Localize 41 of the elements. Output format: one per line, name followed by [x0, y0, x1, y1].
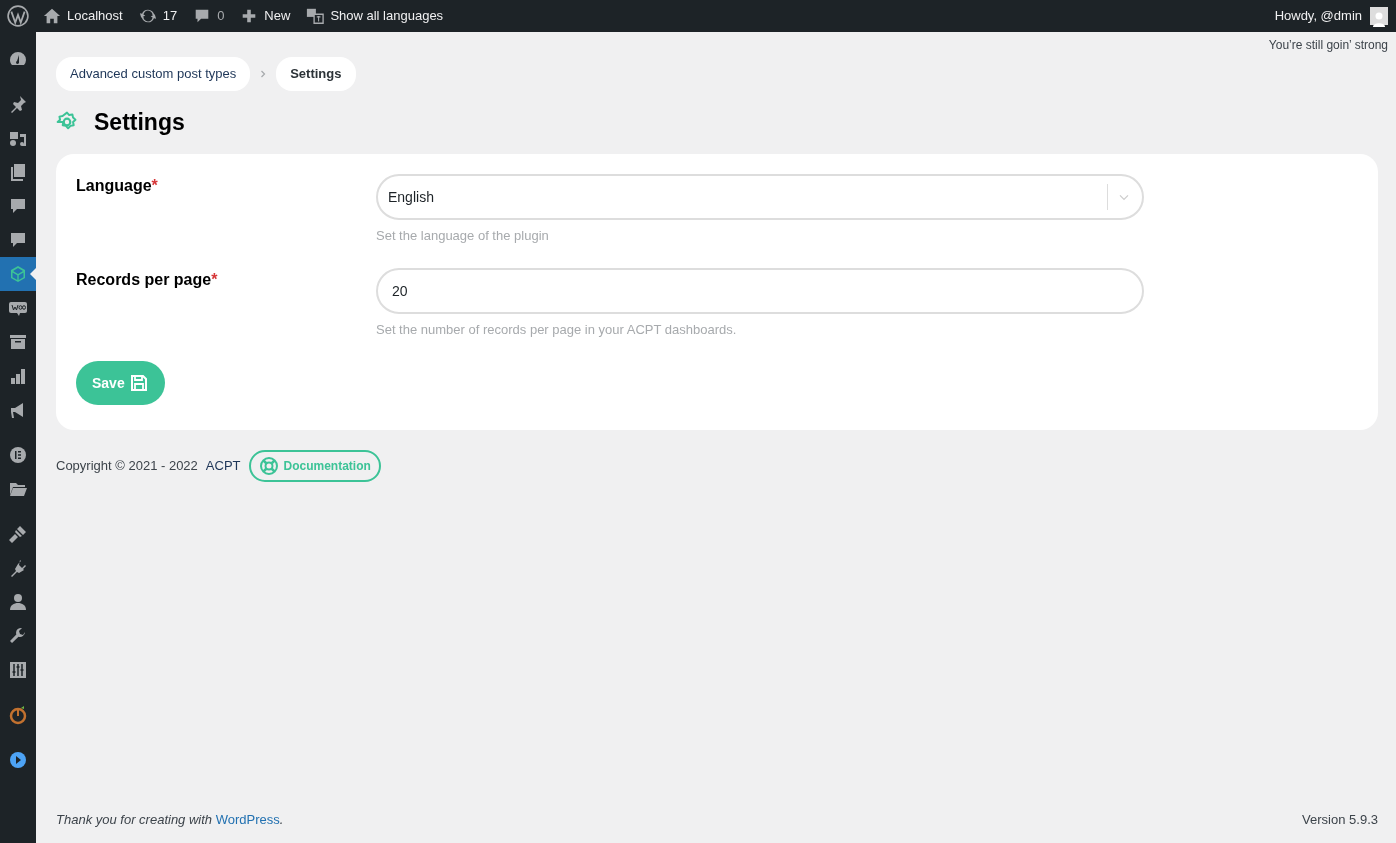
help-text: Set the language of the plugin	[376, 227, 550, 246]
language-select[interactable]: English	[376, 174, 1144, 221]
brand-link[interactable]: ACPT	[205, 456, 241, 476]
field-label: Records per page*	[76, 269, 219, 290]
footer-text: Thank you for creating with WordPress.	[56, 810, 284, 829]
wrench-icon	[8, 626, 28, 646]
speech-bubble-icon	[8, 230, 28, 250]
refresh-icon	[138, 7, 157, 25]
elementor-icon	[8, 445, 28, 465]
breadcrumb-link[interactable]: Settings	[276, 57, 356, 91]
archive-box-icon	[8, 332, 28, 352]
toolbar-link[interactable]: New	[232, 0, 299, 32]
status-message: You’re still goin’ strong	[1267, 37, 1388, 53]
help-text: Set the number of records per page in your ACPT dashboards.	[376, 320, 738, 339]
translate-icon	[306, 7, 325, 25]
user-icon	[8, 592, 28, 612]
power-icon	[8, 705, 28, 725]
toolbar-link[interactable]: Show all languages	[298, 0, 452, 32]
version-text: Version 5.9.3	[1302, 810, 1378, 829]
wordpress-link[interactable]: WordPress	[215, 811, 280, 827]
toolbar-link[interactable]: 0	[185, 0, 233, 32]
copyright-text: Copyright © 2021 - 2022	[56, 457, 198, 476]
field-label: Language*	[76, 176, 159, 197]
pages-icon	[8, 162, 28, 182]
home-icon	[43, 7, 61, 25]
speech-bubble-icon	[8, 196, 28, 216]
menu-item[interactable]	[0, 257, 36, 291]
breadcrumb-link[interactable]: Advanced custom post types	[56, 57, 251, 91]
bar-chart-icon	[8, 366, 28, 386]
toolbar-link[interactable]: 17	[130, 0, 186, 32]
number-input-field[interactable]: 20	[376, 267, 1144, 314]
play-icon	[8, 750, 28, 770]
toolbar-link[interactable]: Localhost	[35, 0, 131, 32]
wordpress-logo-icon	[7, 5, 29, 27]
page-title: Settings	[94, 108, 185, 137]
avatar-icon	[1370, 7, 1388, 25]
lifebuoy-icon	[258, 456, 279, 477]
cube-icon	[8, 264, 28, 284]
paintbrush-icon	[8, 524, 28, 544]
account-link[interactable]: Howdy, @dmin	[1266, 0, 1396, 32]
sliders-icon	[8, 660, 28, 680]
